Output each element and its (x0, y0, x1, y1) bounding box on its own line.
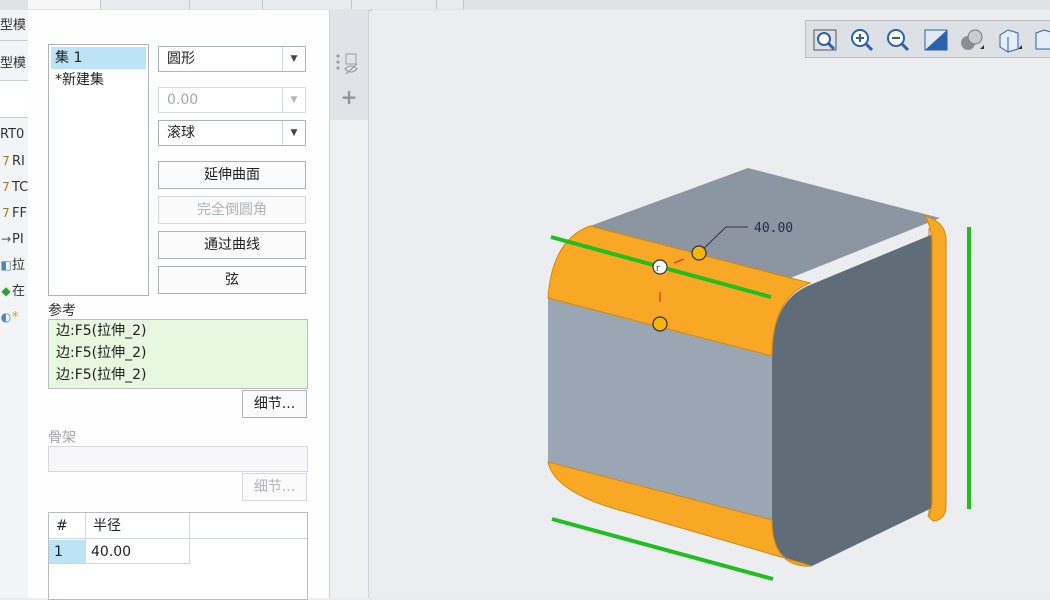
reference-item[interactable]: 边:F5(拉伸_2) (49, 320, 307, 342)
tree-item-csys[interactable]: →PI (0, 229, 24, 249)
model-tree-panel: 型模 型模 RT0 7 RI 7 TC 7 FF →PI ◧拉 ◆在 ◐* (0, 10, 29, 598)
references-details-button[interactable]: 细节... (242, 390, 307, 418)
datum-plane-icon: 7 (2, 154, 10, 168)
column-header-radius: 半径 (86, 513, 190, 539)
set-item-1[interactable]: 集 1 (51, 47, 146, 69)
datum-plane-icon: 7 (2, 180, 10, 194)
add-icon[interactable]: + (340, 87, 358, 107)
datum-plane-icon: 7 (2, 206, 10, 220)
reference-item[interactable]: 边:F5(拉伸_2) (49, 342, 307, 364)
radius-table[interactable]: # 半径 1 40.00 (48, 512, 308, 600)
value-select: 0.00 ▼ (158, 87, 306, 113)
tree-item-part[interactable]: RT0 (0, 125, 24, 145)
ribbon-tab-2[interactable] (101, 0, 190, 9)
chevron-down-icon: ▼ (282, 47, 305, 71)
radius-value-cell[interactable]: 40.00 (86, 540, 190, 564)
visibility-toggle-icon[interactable] (334, 52, 362, 78)
divider (0, 40, 28, 41)
insert-here-icon: ◆ (1, 284, 11, 298)
extrude-icon: ◧ (0, 258, 12, 272)
table-row-index[interactable]: 1 (49, 540, 86, 564)
tree-search-box[interactable] (0, 80, 28, 118)
tree-item-extrude[interactable]: ◧拉 (0, 255, 25, 275)
drag-handle (652, 316, 668, 332)
sets-list[interactable]: 集 1 *新建集 (48, 44, 149, 296)
skeleton-collector (48, 446, 308, 472)
references-list[interactable]: 边:F5(拉伸_2) 边:F5(拉伸_2) 边:F5(拉伸_2) (48, 319, 308, 389)
reference-item[interactable]: 边:F5(拉伸_2) (49, 364, 307, 386)
model-3d-view[interactable]: r 40.00 (372, 10, 1050, 598)
tree-item-right[interactable]: 7 RI (0, 151, 25, 171)
skeleton-label: 骨架 (48, 430, 76, 446)
shape-select[interactable]: 圆形 ▼ (158, 46, 306, 72)
tree-item-model[interactable]: 型模 (0, 16, 26, 36)
ribbon-tab-1[interactable] (28, 0, 101, 9)
full-round-button: 完全倒圆角 (158, 196, 306, 224)
tree-item-model-2[interactable]: 型模 (0, 54, 26, 74)
tree-item-top[interactable]: 7 TC (0, 177, 28, 197)
skeleton-details-button: 细节... (242, 473, 307, 501)
extend-surface-button[interactable]: 延伸曲面 (158, 161, 306, 189)
method-select[interactable]: 滚球 ▼ (158, 120, 306, 146)
chord-button[interactable]: 弦 (158, 266, 306, 294)
svg-text:r: r (656, 264, 660, 274)
tree-item-round[interactable]: ◐* (0, 307, 19, 327)
ribbon-tab-5[interactable] (352, 0, 437, 9)
drag-handle (691, 245, 707, 261)
ribbon-tab-3[interactable] (190, 0, 263, 9)
ribbon-tab-4[interactable] (263, 0, 352, 9)
new-set-item[interactable]: *新建集 (49, 69, 148, 91)
column-header-empty (190, 513, 307, 539)
radius-dimension-label[interactable]: 40.00 (754, 221, 793, 236)
tree-item-insert[interactable]: ◆在 (0, 281, 25, 301)
round-feature-icon: ◐ (0, 310, 12, 324)
chevron-down-icon: ▼ (282, 121, 305, 145)
ribbon-tab-6[interactable] (437, 0, 464, 9)
coordinate-system-icon: → (0, 232, 12, 246)
references-label: 参考 (48, 303, 76, 319)
tree-item-front[interactable]: 7 FF (0, 203, 27, 223)
chevron-down-icon: ▼ (282, 88, 305, 112)
through-curve-button[interactable]: 通过曲线 (158, 231, 306, 259)
column-header-index: # (49, 513, 86, 539)
